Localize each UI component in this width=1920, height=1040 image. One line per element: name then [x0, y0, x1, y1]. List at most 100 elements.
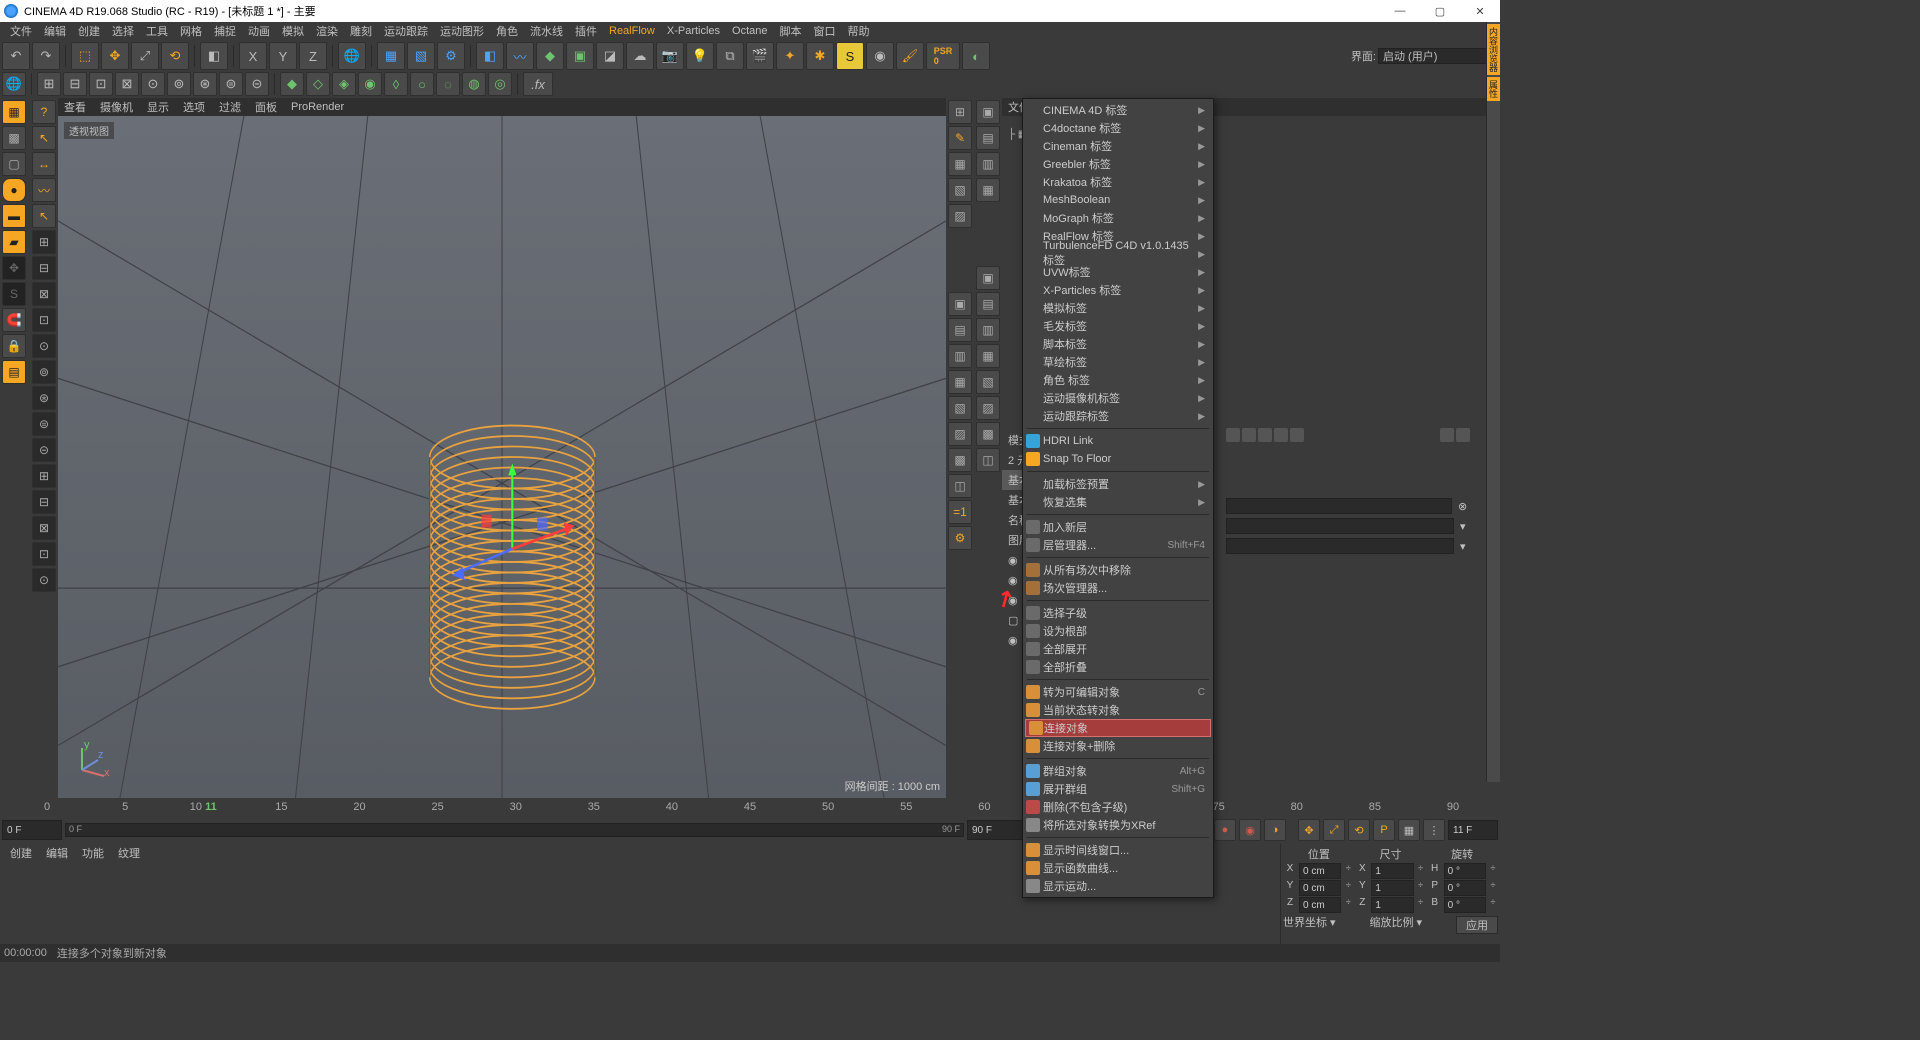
ctx-X-Particles 标签[interactable]: X-Particles 标签▶: [1023, 281, 1213, 299]
snap-6[interactable]: ⊚: [167, 72, 191, 96]
key-more[interactable]: ⋮: [1423, 819, 1445, 841]
vp-menu-2[interactable]: 显示: [147, 99, 169, 115]
ctx-加载标签预置[interactable]: 加载标签预置▶: [1023, 475, 1213, 493]
key-sel[interactable]: ◑: [1264, 819, 1286, 841]
select-tool[interactable]: ⬚: [71, 42, 99, 70]
gen-5[interactable]: ◊: [384, 72, 408, 96]
rt1-c[interactable]: ▥: [948, 344, 972, 368]
light-button[interactable]: 💡: [686, 42, 714, 70]
rt2-f[interactable]: ▨: [976, 396, 1000, 420]
gen-6[interactable]: ○: [410, 72, 434, 96]
ctx-全部折叠[interactable]: 全部折叠: [1023, 658, 1213, 676]
polygon-mode[interactable]: ▰: [2, 230, 26, 254]
render-settings-button[interactable]: ⚙: [437, 42, 465, 70]
menu-9[interactable]: 渲染: [310, 23, 344, 39]
btab-3[interactable]: 纹理: [118, 845, 140, 861]
ctx-运动摄像机标签[interactable]: 运动摄像机标签▶: [1023, 389, 1213, 407]
vp-menu-1[interactable]: 摄像机: [100, 99, 133, 115]
model-mode[interactable]: ▦: [2, 100, 26, 124]
menu-3[interactable]: 选择: [106, 23, 140, 39]
coord-mode2[interactable]: 缩放比例 ▾: [1370, 914, 1455, 934]
texture-mode[interactable]: ▩: [2, 126, 26, 150]
render-region-button[interactable]: ▧: [407, 42, 435, 70]
ctx-转为可编辑对象[interactable]: 转为可编辑对象C: [1023, 683, 1213, 701]
rt1-nav4[interactable]: ▧: [948, 178, 972, 202]
frame-current[interactable]: 11 F: [1448, 820, 1498, 840]
menu-0[interactable]: 文件: [4, 23, 38, 39]
menu-7[interactable]: 动画: [242, 23, 276, 39]
minimize-button[interactable]: —: [1380, 0, 1420, 22]
maximize-button[interactable]: ▢: [1420, 0, 1460, 22]
gen-9[interactable]: ◎: [488, 72, 512, 96]
rt1-nav5[interactable]: ▨: [948, 204, 972, 228]
rt1-nav1[interactable]: ⊞: [948, 100, 972, 124]
coord-apply[interactable]: 应用: [1456, 916, 1498, 934]
lt2-11[interactable]: ⊚: [32, 360, 56, 384]
ctx-显示时间线窗口...[interactable]: 显示时间线窗口...: [1023, 841, 1213, 859]
menu-10[interactable]: 雕刻: [344, 23, 378, 39]
menu-4[interactable]: 工具: [140, 23, 174, 39]
ctx-Krakatoa 标签[interactable]: Krakatoa 标签▶: [1023, 173, 1213, 191]
lt2-14[interactable]: ⊝: [32, 438, 56, 462]
lt2-4[interactable]: 〰: [32, 178, 56, 202]
generator-array[interactable]: ▣: [566, 42, 594, 70]
rt1-i[interactable]: =1: [948, 500, 972, 524]
rt2-1[interactable]: ▣: [976, 100, 1000, 124]
render-view-button[interactable]: ▦: [377, 42, 405, 70]
lt2-10[interactable]: ⊙: [32, 334, 56, 358]
rotate-tool[interactable]: ⟲: [161, 42, 189, 70]
btab-1[interactable]: 编辑: [46, 845, 68, 861]
magnet-mode[interactable]: 🧲: [2, 308, 26, 332]
psr-button[interactable]: PSR0: [926, 42, 960, 70]
snap-2[interactable]: ⊟: [63, 72, 87, 96]
gen-1[interactable]: ◆: [280, 72, 304, 96]
snap-5[interactable]: ⊙: [141, 72, 165, 96]
ai2[interactable]: [1242, 428, 1256, 442]
dynamics-button[interactable]: ◉: [866, 42, 894, 70]
ctx-MoGraph 标签[interactable]: MoGraph 标签▶: [1023, 209, 1213, 227]
menu-19[interactable]: 脚本: [774, 23, 808, 39]
lt2-15[interactable]: ⊞: [32, 464, 56, 488]
uv-mode[interactable]: ▤: [2, 360, 26, 384]
soft-sel[interactable]: S: [2, 282, 26, 306]
rt1-e[interactable]: ▧: [948, 396, 972, 420]
axis-x-button[interactable]: X: [239, 42, 267, 70]
rt2-4[interactable]: ▦: [976, 178, 1000, 202]
ctx-删除(不包含子级)[interactable]: 删除(不包含子级): [1023, 798, 1213, 816]
rt2-a[interactable]: ▣: [976, 266, 1000, 290]
lt2-9[interactable]: ⊡: [32, 308, 56, 332]
key-p[interactable]: ✥: [1298, 819, 1320, 841]
ctx-展开群组[interactable]: 展开群组Shift+G: [1023, 780, 1213, 798]
ctx-层管理器...[interactable]: 层管理器...Shift+F4: [1023, 536, 1213, 554]
rt1-b[interactable]: ▤: [948, 318, 972, 342]
spline-primitive[interactable]: 〰: [506, 42, 534, 70]
rt1-nav3[interactable]: ▦: [948, 152, 972, 176]
coord-mode1[interactable]: 世界坐标 ▾: [1283, 914, 1368, 934]
ctx-场次管理器...[interactable]: 场次管理器...: [1023, 579, 1213, 597]
rt2-3[interactable]: ▥: [976, 152, 1000, 176]
lt2-6[interactable]: ⊞: [32, 230, 56, 254]
lt2-16[interactable]: ⊟: [32, 490, 56, 514]
snap-3[interactable]: ⊡: [89, 72, 113, 96]
last-tool[interactable]: ◧: [200, 42, 228, 70]
menu-15[interactable]: 插件: [569, 23, 603, 39]
rtab-1[interactable]: 内容浏览器: [1487, 24, 1500, 75]
menu-8[interactable]: 模拟: [276, 23, 310, 39]
environment-button[interactable]: ☁: [626, 42, 654, 70]
gen-3[interactable]: ◈: [332, 72, 356, 96]
gen-7[interactable]: ◌: [436, 72, 460, 96]
point-mode[interactable]: ●: [2, 178, 26, 202]
ctx-恢复选集[interactable]: 恢复选集▶: [1023, 493, 1213, 511]
gen-2[interactable]: ◇: [306, 72, 330, 96]
axis-mode[interactable]: ✥: [2, 256, 26, 280]
sculpt-button[interactable]: 🖌: [896, 42, 924, 70]
rt1-j[interactable]: ⚙: [948, 526, 972, 550]
ctx-设为根部[interactable]: 设为根部: [1023, 622, 1213, 640]
ai5[interactable]: [1290, 428, 1304, 442]
rt2-d[interactable]: ▦: [976, 344, 1000, 368]
ctx-UVW标签[interactable]: UVW标签▶: [1023, 263, 1213, 281]
undo-button[interactable]: ↶: [2, 42, 30, 70]
axis-y-button[interactable]: Y: [269, 42, 297, 70]
key-opt[interactable]: ▦: [1398, 819, 1420, 841]
lt2-2[interactable]: ↖: [32, 126, 56, 150]
